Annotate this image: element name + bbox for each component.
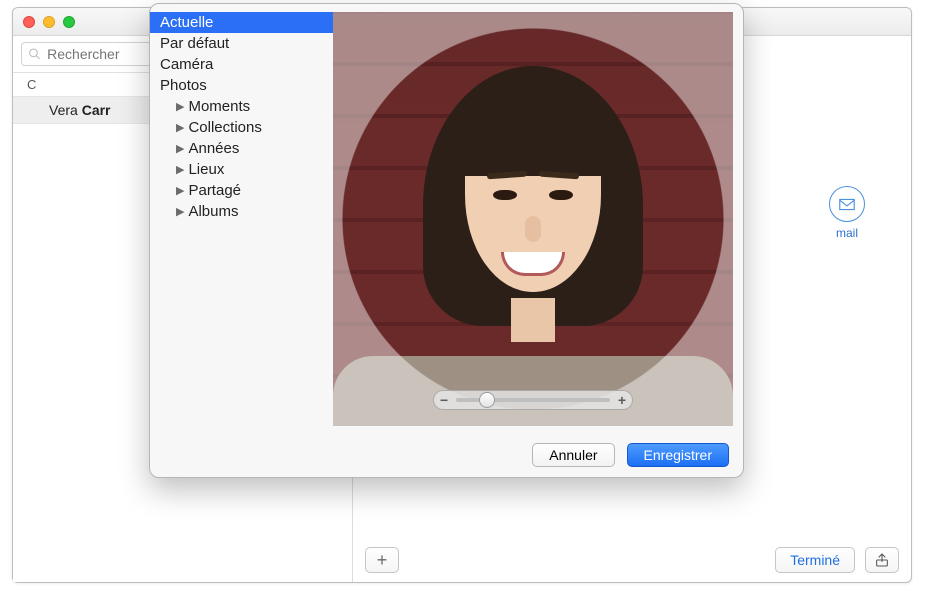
photo-preview: − + (333, 4, 743, 433)
plus-icon: + (377, 550, 388, 571)
detail-bottom-bar: + Terminé (353, 538, 911, 582)
share-button[interactable] (865, 547, 899, 573)
mail-action[interactable]: mail (829, 186, 865, 240)
chevron-right-icon: ▶ (176, 184, 184, 197)
photos-places[interactable]: ▶ Lieux (150, 159, 333, 180)
chevron-right-icon: ▶ (176, 121, 184, 134)
traffic-lights (23, 16, 75, 28)
source-current[interactable]: Actuelle (150, 12, 333, 33)
photos-years-label: Années (188, 140, 239, 157)
search-icon (28, 47, 41, 61)
zoom-out-icon[interactable]: − (440, 392, 448, 408)
mail-label: mail (829, 226, 865, 240)
source-photos[interactable]: Photos (150, 75, 333, 96)
done-button[interactable]: Terminé (775, 547, 855, 573)
contact-first-name: Vera (49, 102, 78, 118)
zoom-knob[interactable] (479, 392, 495, 408)
photos-moments[interactable]: ▶ Moments (150, 96, 333, 117)
portrait-head (423, 66, 643, 356)
zoom-in-icon[interactable]: + (618, 392, 626, 408)
photos-shared[interactable]: ▶ Partagé (150, 180, 333, 201)
chevron-right-icon: ▶ (176, 163, 184, 176)
chevron-right-icon: ▶ (176, 142, 184, 155)
chevron-right-icon: ▶ (176, 205, 184, 218)
save-button[interactable]: Enregistrer (627, 443, 729, 467)
photos-years[interactable]: ▶ Années (150, 138, 333, 159)
done-label: Terminé (790, 552, 840, 568)
zoom-slider[interactable]: − + (433, 390, 633, 410)
contact-last-name: Carr (82, 102, 111, 118)
photo-picker-popover: Actuelle Par défaut Caméra Photos ▶ Mome… (149, 3, 744, 478)
add-button[interactable]: + (365, 547, 399, 573)
minimize-window-button[interactable] (43, 16, 55, 28)
zoom-window-button[interactable] (63, 16, 75, 28)
close-window-button[interactable] (23, 16, 35, 28)
source-default[interactable]: Par défaut (150, 33, 333, 54)
photos-collections-label: Collections (188, 119, 261, 136)
popover-footer: Annuler Enregistrer (150, 433, 743, 477)
photos-albums-label: Albums (188, 203, 238, 220)
photos-albums[interactable]: ▶ Albums (150, 201, 333, 222)
photos-shared-label: Partagé (188, 182, 241, 199)
photos-collections[interactable]: ▶ Collections (150, 117, 333, 138)
photo-preview-image[interactable]: − + (333, 12, 733, 426)
photo-source-sidebar: Actuelle Par défaut Caméra Photos ▶ Mome… (150, 4, 333, 433)
photos-places-label: Lieux (188, 161, 224, 178)
mail-icon (829, 186, 865, 222)
photos-moments-label: Moments (188, 98, 250, 115)
zoom-track[interactable] (456, 398, 610, 402)
share-icon (874, 552, 890, 568)
chevron-right-icon: ▶ (176, 100, 184, 113)
source-camera[interactable]: Caméra (150, 54, 333, 75)
cancel-button[interactable]: Annuler (532, 443, 614, 467)
